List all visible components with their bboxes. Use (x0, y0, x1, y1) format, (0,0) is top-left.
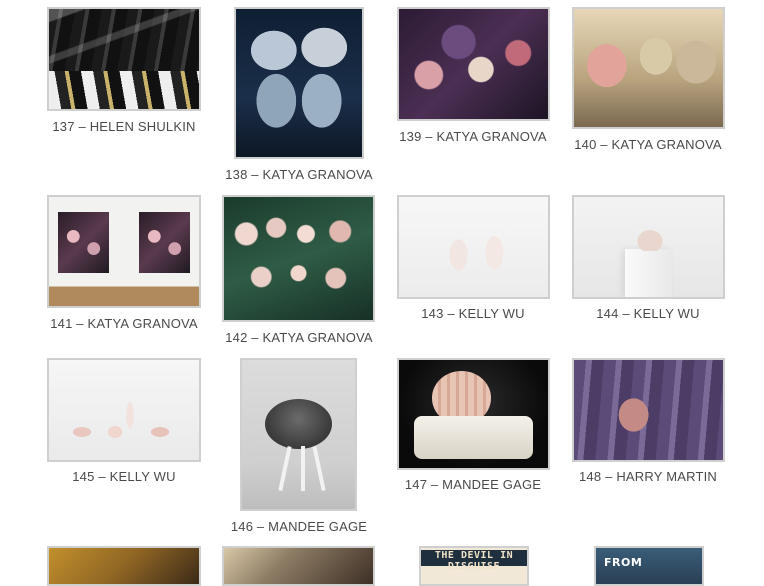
artwork-thumbnail[interactable]: THE DEVIL IN DISGUISE (419, 546, 529, 586)
artwork-caption[interactable]: 139 – KATYA GRANOVA (373, 129, 573, 144)
thumbnail-title-text: FROM (604, 556, 643, 569)
artwork-caption[interactable]: 138 – KATYA GRANOVA (199, 167, 399, 182)
artwork-caption[interactable]: 146 – MANDEE GAGE (199, 519, 399, 534)
thumbnail-title-text: THE DEVIL IN DISGUISE (434, 550, 514, 572)
artwork-caption[interactable]: 137 – HELEN SHULKIN (24, 119, 224, 134)
artwork-thumbnail[interactable] (572, 7, 725, 129)
artwork-thumbnail[interactable] (240, 358, 357, 511)
artwork-thumbnail[interactable] (47, 7, 201, 111)
artwork-caption[interactable]: 147 – MANDEE GAGE (373, 477, 573, 492)
artwork-caption[interactable]: 145 – KELLY WU (24, 469, 224, 484)
artwork-caption[interactable]: 144 – KELLY WU (548, 306, 748, 321)
artwork-thumbnail[interactable] (222, 546, 375, 586)
artwork-thumbnail[interactable] (572, 358, 725, 462)
artwork-thumbnail[interactable]: FROM (594, 546, 704, 586)
artwork-caption[interactable]: 141 – KATYA GRANOVA (24, 316, 224, 331)
artwork-caption[interactable]: 143 – KELLY WU (373, 306, 573, 321)
artwork-thumbnail[interactable] (234, 7, 364, 159)
artwork-caption[interactable]: 148 – HARRY MARTIN (548, 469, 748, 484)
artwork-thumbnail[interactable] (397, 7, 550, 121)
artwork-thumbnail[interactable] (397, 358, 550, 470)
artwork-thumbnail[interactable] (572, 195, 725, 299)
artwork-caption[interactable]: 142 – KATYA GRANOVA (199, 330, 399, 345)
artwork-thumbnail[interactable] (47, 546, 201, 586)
artwork-thumbnail[interactable] (47, 195, 201, 308)
artwork-caption[interactable]: 140 – KATYA GRANOVA (548, 137, 748, 152)
artwork-thumbnail[interactable] (222, 195, 375, 322)
artwork-thumbnail[interactable] (397, 195, 550, 299)
artwork-thumbnail[interactable] (47, 358, 201, 462)
